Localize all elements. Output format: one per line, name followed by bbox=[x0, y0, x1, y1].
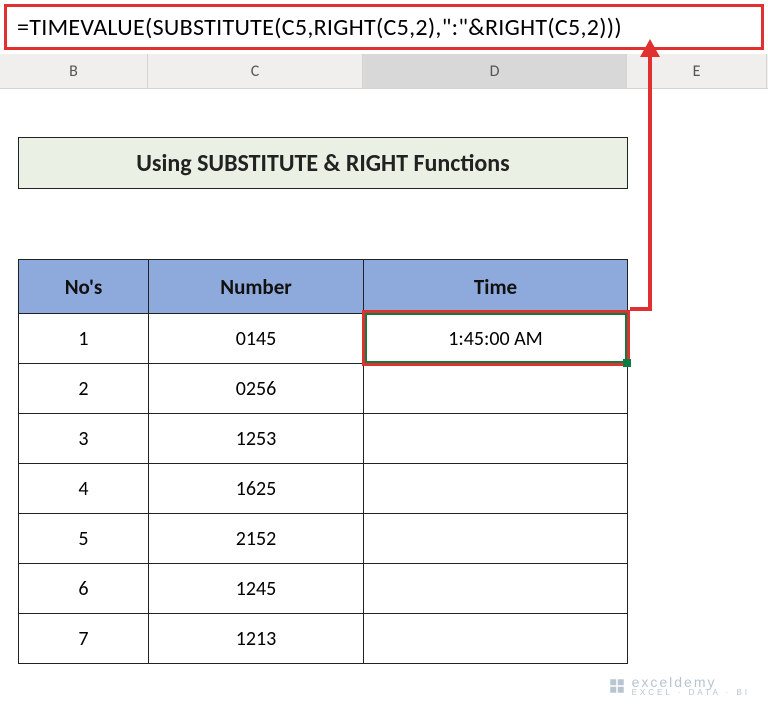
cell-nos[interactable]: 3 bbox=[19, 414, 149, 464]
cell-nos[interactable]: 7 bbox=[19, 614, 149, 664]
data-table: No's Number Time 1 0145 1:45:00 AM 2 025… bbox=[18, 259, 628, 664]
col-header-d[interactable]: D bbox=[363, 54, 627, 88]
cell-nos[interactable]: 2 bbox=[19, 364, 149, 414]
col-header-b[interactable]: B bbox=[0, 54, 148, 88]
header-nos[interactable]: No's bbox=[19, 260, 149, 314]
watermark-text: exceldemy EXCEL · DATA · BI bbox=[632, 674, 750, 697]
col-header-c[interactable]: C bbox=[148, 54, 363, 88]
formula-text: =TIMEVALUE(SUBSTITUTE(C5,RIGHT(C5,2),":"… bbox=[17, 13, 622, 42]
cell-time[interactable] bbox=[364, 564, 628, 614]
cell-number[interactable]: 0145 bbox=[149, 314, 364, 364]
cell-time-active[interactable]: 1:45:00 AM bbox=[364, 314, 628, 364]
cell-number[interactable]: 1253 bbox=[149, 414, 364, 464]
fill-handle[interactable] bbox=[623, 359, 631, 367]
cell-time[interactable] bbox=[364, 414, 628, 464]
column-headers: B C D E bbox=[0, 54, 768, 89]
title-cell[interactable]: Using SUBSTITUTE & RIGHT Functions bbox=[18, 137, 628, 189]
cell-number[interactable]: 2152 bbox=[149, 514, 364, 564]
cell-nos[interactable]: 5 bbox=[19, 514, 149, 564]
watermark: exceldemy EXCEL · DATA · BI bbox=[608, 674, 750, 697]
table-row: 4 1625 bbox=[19, 464, 628, 514]
watermark-icon bbox=[608, 677, 626, 695]
cell-nos[interactable]: 1 bbox=[19, 314, 149, 364]
header-time[interactable]: Time bbox=[364, 260, 628, 314]
annotation-arrow-vertical bbox=[648, 53, 652, 310]
cell-number[interactable]: 0256 bbox=[149, 364, 364, 414]
cell-nos[interactable]: 6 bbox=[19, 564, 149, 614]
cell-nos[interactable]: 4 bbox=[19, 464, 149, 514]
table-row: 6 1245 bbox=[19, 564, 628, 614]
annotation-arrow-head bbox=[640, 39, 660, 57]
table-row: 7 1213 bbox=[19, 614, 628, 664]
header-number[interactable]: Number bbox=[149, 260, 364, 314]
table-row: 1 0145 1:45:00 AM bbox=[19, 314, 628, 364]
table-row: 5 2152 bbox=[19, 514, 628, 564]
cell-number[interactable]: 1245 bbox=[149, 564, 364, 614]
table-header-row: No's Number Time bbox=[19, 260, 628, 314]
cell-number[interactable]: 1625 bbox=[149, 464, 364, 514]
cell-number[interactable]: 1213 bbox=[149, 614, 364, 664]
annotation-arrow-horizontal bbox=[630, 307, 652, 311]
cell-time[interactable] bbox=[364, 364, 628, 414]
cell-time[interactable] bbox=[364, 514, 628, 564]
cell-time[interactable] bbox=[364, 464, 628, 514]
cell-time[interactable] bbox=[364, 614, 628, 664]
table-row: 3 1253 bbox=[19, 414, 628, 464]
table-row: 2 0256 bbox=[19, 364, 628, 414]
title-text: Using SUBSTITUTE & RIGHT Functions bbox=[136, 149, 509, 178]
